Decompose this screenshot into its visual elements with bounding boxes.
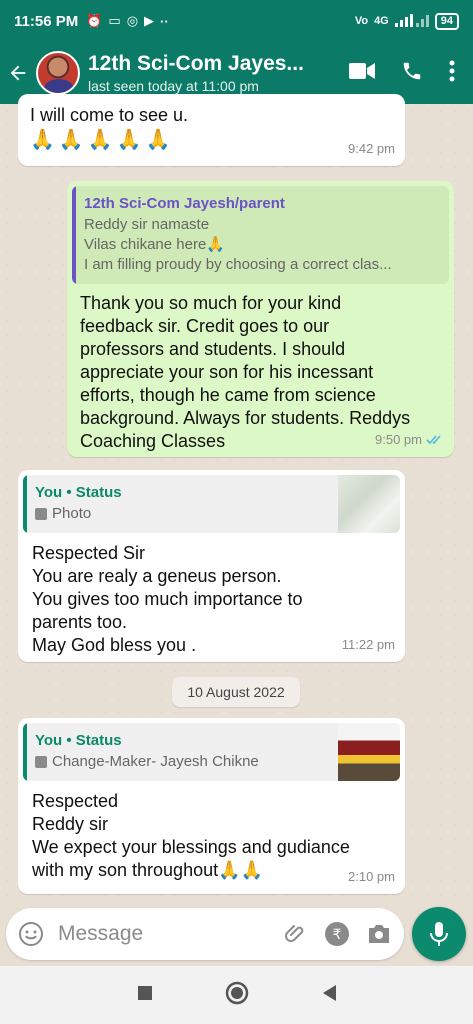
alarm-icon: ⏰ bbox=[86, 13, 103, 28]
message-bubble[interactable]: I will come to see u. 🙏🙏🙏🙏🙏 9:42 pm bbox=[18, 94, 405, 166]
recents-button[interactable] bbox=[137, 985, 153, 1006]
more-options-button[interactable] bbox=[449, 60, 455, 87]
last-seen: last seen today at 11:00 pm bbox=[88, 78, 259, 94]
message-time: 11:22 pm bbox=[341, 637, 395, 652]
instagram-icon: ◎ bbox=[126, 13, 139, 28]
chat-area[interactable]: I will come to see u. 🙏🙏🙏🙏🙏 9:42 pm 12th… bbox=[0, 94, 473, 904]
video-call-button[interactable] bbox=[349, 62, 375, 85]
camera-button[interactable] bbox=[366, 923, 392, 945]
signal-icon bbox=[394, 13, 429, 30]
message-bubble[interactable]: You • Status Photo Respected Sir You are… bbox=[18, 470, 405, 662]
quoted-status[interactable]: You • Status Change-Maker- Jayesh Chikne bbox=[23, 723, 400, 781]
contact-name: 12th Sci-Com Jayes... bbox=[88, 52, 304, 75]
date-separator: 10 August 2022 bbox=[172, 677, 300, 707]
quote-author: You • Status bbox=[35, 732, 122, 749]
more-vert-icon bbox=[449, 60, 455, 81]
message-emoji: 🙏🙏🙏🙏🙏 bbox=[30, 129, 175, 151]
circle-home-icon bbox=[225, 981, 248, 1004]
status-thumbnail bbox=[338, 475, 400, 533]
microphone-icon bbox=[430, 922, 448, 946]
message-bubble[interactable]: 12th Sci-Com Jayesh/parent Reddy sir nam… bbox=[67, 181, 454, 457]
message-time: 9:42 pm bbox=[348, 141, 395, 156]
phone-icon bbox=[403, 62, 421, 79]
quote-line: Vilas chikane here🙏 bbox=[84, 236, 225, 253]
camera-icon bbox=[369, 925, 389, 943]
volte-icon: Vo bbox=[354, 15, 369, 27]
emoji-icon bbox=[19, 922, 43, 946]
avatar[interactable] bbox=[36, 51, 80, 95]
paperclip-icon bbox=[285, 925, 304, 942]
photo-icon bbox=[35, 756, 47, 768]
quote-author: You • Status bbox=[35, 484, 122, 501]
message-icon: ▭ bbox=[108, 13, 121, 28]
rupee-icon: ₹ bbox=[325, 922, 349, 946]
battery-icon: 94 bbox=[434, 12, 459, 30]
video-camera-icon bbox=[349, 62, 375, 79]
more-notifications-icon: ·· bbox=[160, 13, 169, 29]
voice-message-button[interactable] bbox=[412, 907, 466, 961]
double-check-read-icon bbox=[426, 435, 441, 445]
quote-line: I am filling proudy by choosing a correc… bbox=[84, 256, 392, 273]
quote-author: 12th Sci-Com Jayesh/parent bbox=[84, 195, 285, 212]
quote-subtitle: Change-Maker- Jayesh Chikne bbox=[52, 753, 259, 770]
quote-line: Reddy sir namaste bbox=[84, 216, 210, 233]
message-input[interactable]: Message bbox=[58, 922, 268, 946]
message-text: Respected Reddy sir We expect your bless… bbox=[32, 791, 350, 880]
triangle-back-icon bbox=[322, 984, 336, 1001]
photo-icon bbox=[35, 508, 47, 520]
emoji-button[interactable] bbox=[18, 921, 44, 947]
message-composer: Message ₹ bbox=[6, 908, 404, 960]
attach-button[interactable] bbox=[284, 922, 308, 946]
payment-button[interactable]: ₹ bbox=[324, 921, 350, 947]
message-time: 9:50 pm bbox=[375, 432, 422, 447]
quoted-message[interactable]: 12th Sci-Com Jayesh/parent Reddy sir nam… bbox=[72, 186, 449, 284]
square-icon bbox=[137, 985, 152, 1000]
contact-info[interactable]: 12th Sci-Com Jayes... last seen today at… bbox=[88, 52, 339, 94]
arrow-back-icon bbox=[10, 65, 26, 81]
network-type-icon: 4G bbox=[374, 15, 389, 27]
voice-call-button[interactable] bbox=[401, 60, 423, 87]
quoted-status[interactable]: You • Status Photo bbox=[23, 475, 400, 533]
back-nav-button[interactable] bbox=[321, 984, 337, 1007]
status-time: 11:56 PM bbox=[14, 12, 79, 30]
message-time: 2:10 pm bbox=[348, 869, 395, 884]
status-thumbnail bbox=[338, 723, 400, 781]
message-text: I will come to see u. bbox=[30, 105, 189, 125]
status-bar: 11:56 PM ⏰ ▭ ◎ ▶ ·· Vo 4G 94 bbox=[0, 0, 473, 42]
quote-subtitle: Photo bbox=[52, 505, 92, 522]
svg-text:₹: ₹ bbox=[333, 927, 342, 943]
system-nav-bar bbox=[0, 966, 473, 1024]
message-bubble[interactable]: You • Status Change-Maker- Jayesh Chikne… bbox=[18, 718, 405, 894]
youtube-icon: ▶ bbox=[144, 13, 155, 28]
home-button[interactable] bbox=[225, 981, 249, 1010]
